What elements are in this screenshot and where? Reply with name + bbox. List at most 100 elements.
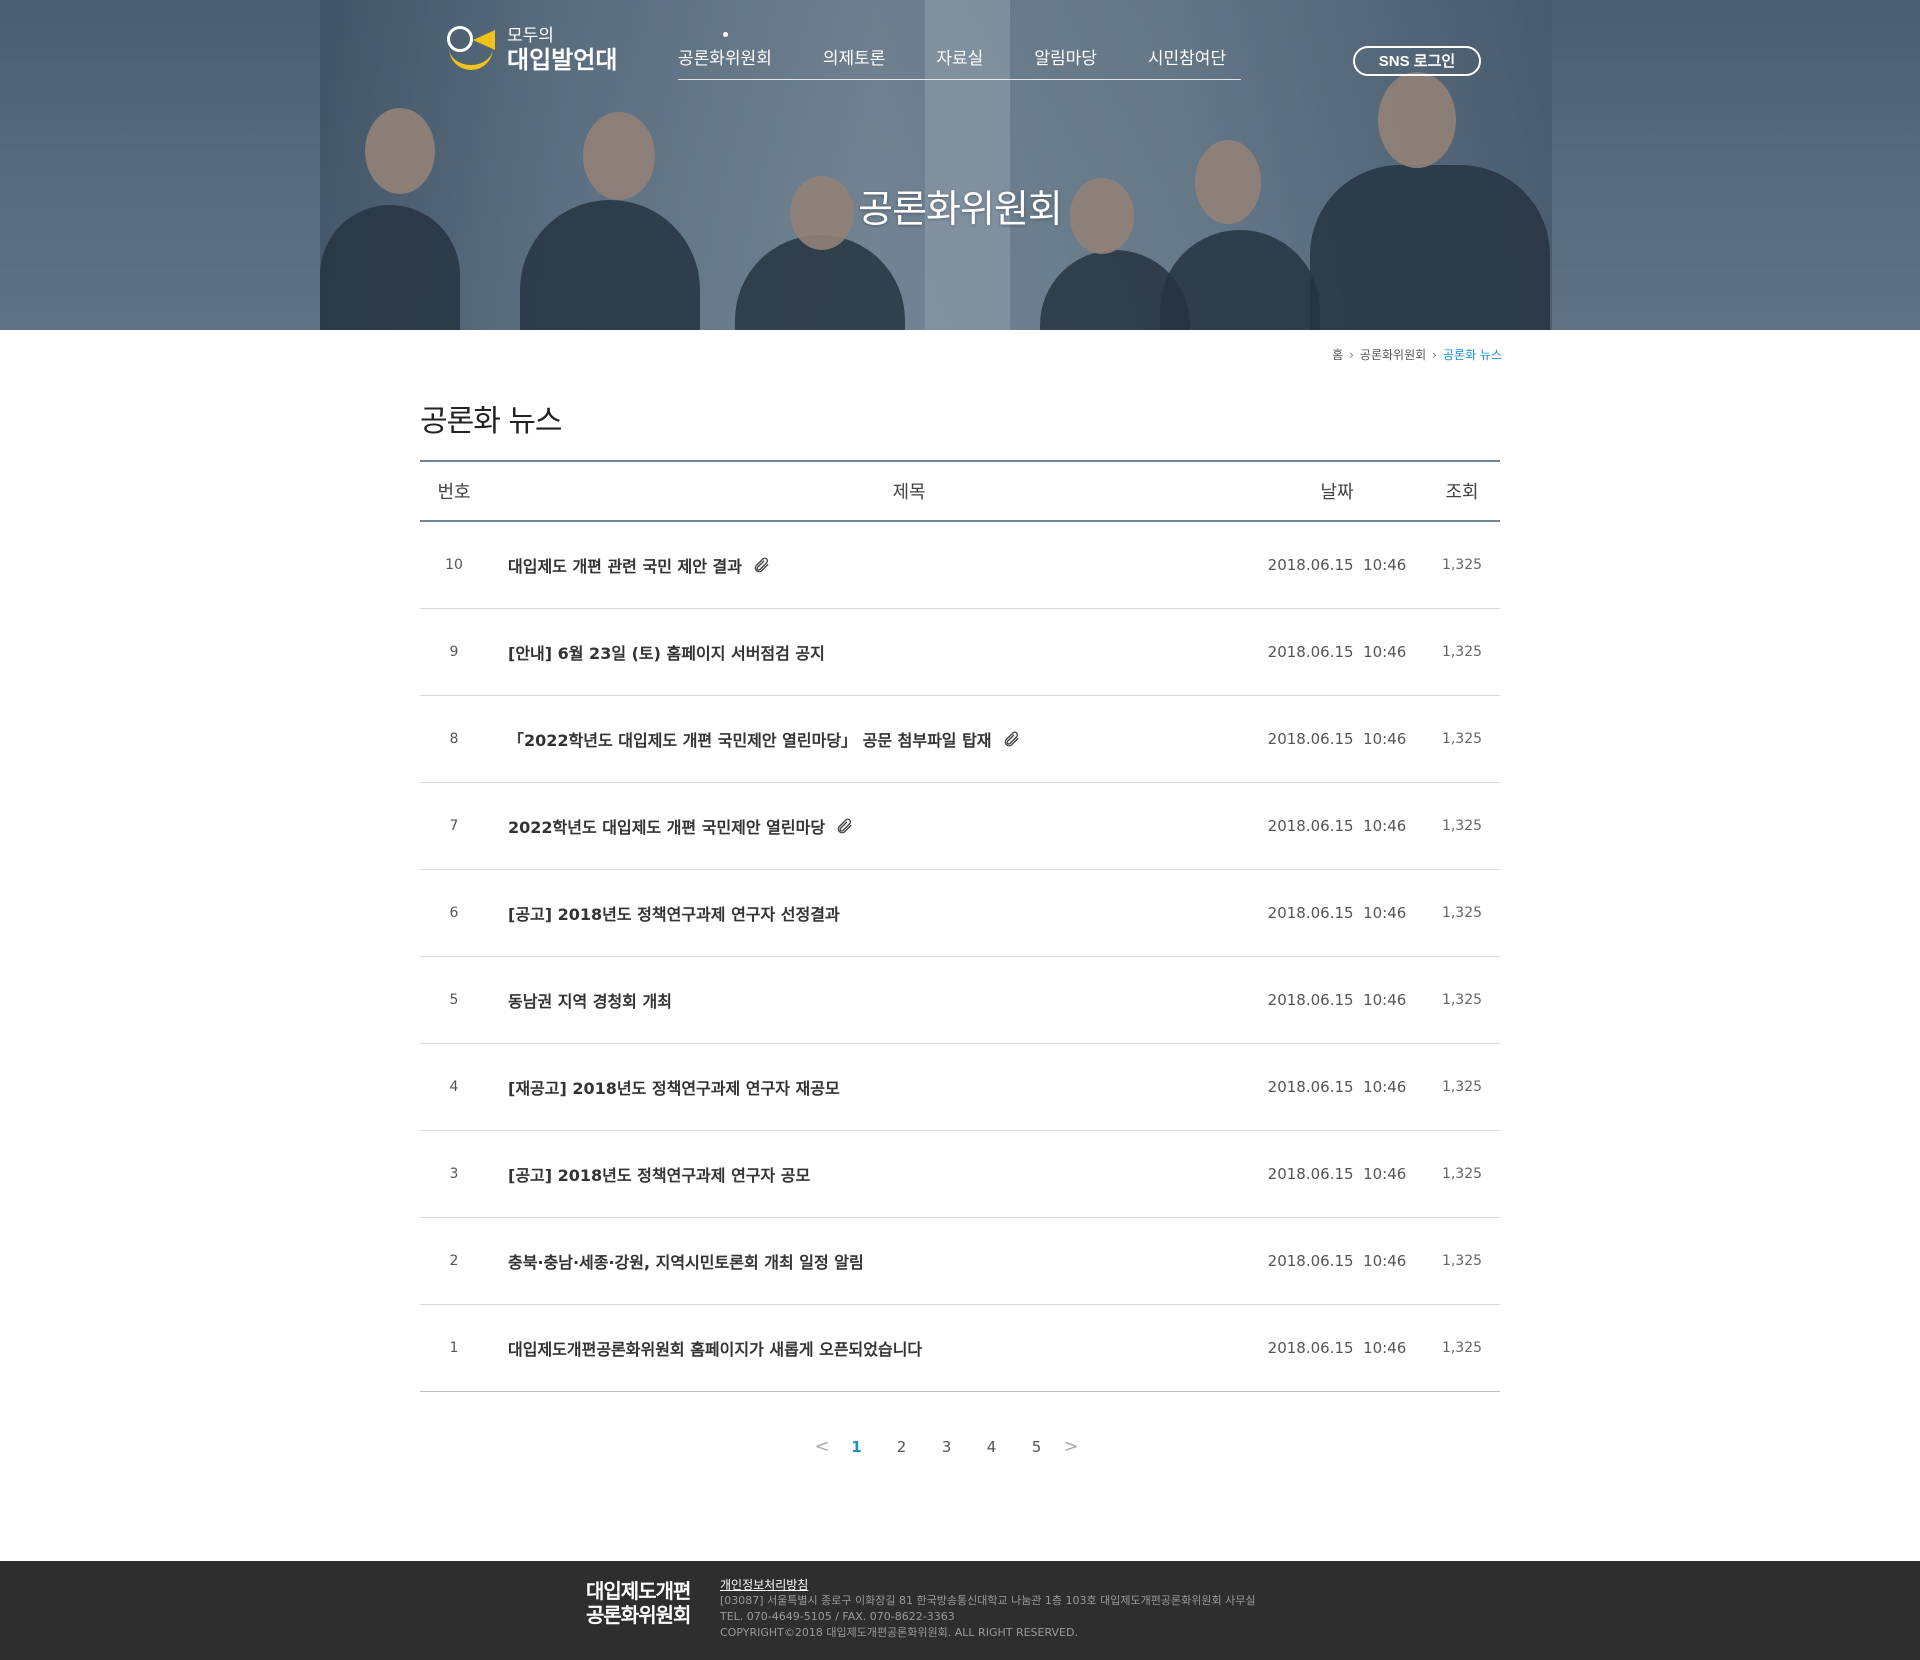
- page-button-1[interactable]: 1: [834, 1438, 879, 1456]
- next-page-button[interactable]: >: [1059, 1436, 1083, 1457]
- main-navigation: 공론화위원회 의제토론 자료실 알림마당 시민참여단: [678, 32, 1241, 80]
- row-title-link[interactable]: [공고] 2018년도 정책연구과제 연구자 선정결과: [508, 901, 840, 925]
- privacy-policy-link[interactable]: 개인정보처리방침: [720, 1577, 1255, 1593]
- row-date: 2018.06.15 10:46: [1267, 817, 1407, 835]
- nav-item-committee[interactable]: 공론화위원회: [678, 32, 772, 74]
- row-views: 1,325: [1441, 818, 1483, 834]
- breadcrumb-home[interactable]: 홈: [1332, 346, 1343, 363]
- nav-item-citizen[interactable]: 시민참여단: [1148, 44, 1226, 74]
- table-row[interactable]: 6 [공고] 2018년도 정책연구과제 연구자 선정결과 2018.06.15 1…: [420, 870, 1500, 957]
- row-views: 1,325: [1441, 1340, 1483, 1356]
- nav-item-agenda[interactable]: 의제토론: [823, 44, 886, 74]
- row-date: 2018.06.15 10:46: [1267, 1165, 1407, 1183]
- row-views: 1,325: [1441, 905, 1483, 921]
- row-number: 1: [449, 1340, 459, 1356]
- nav-label: 자료실: [936, 49, 984, 69]
- row-date: 2018.06.15 10:46: [1267, 904, 1407, 922]
- sns-login-button[interactable]: SNS 로그인: [1353, 46, 1481, 76]
- footer-logo-line2: 공론화위원회: [586, 1603, 691, 1627]
- table-row[interactable]: 8 「2022학년도 대입제도 개편 국민제안 열린마당」 공문 첨부파일 탑재 2…: [420, 696, 1500, 783]
- board-body: 10 대입제도 개편 관련 국민 제안 결과 2018.06.15 10:46 1,3…: [420, 522, 1500, 1392]
- table-row[interactable]: 1 대입제도개편공론화위원회 홈페이지가 새롭게 오픈되었습니다 2018.06.1…: [420, 1305, 1500, 1392]
- table-row[interactable]: 3 [공고] 2018년도 정책연구과제 연구자 공모 2018.06.15 10:…: [420, 1131, 1500, 1218]
- row-number: 9: [449, 644, 459, 660]
- row-title-link[interactable]: [재공고] 2018년도 정책연구과제 연구자 재공모: [508, 1075, 840, 1099]
- row-title-link[interactable]: 충북·충남·세종·강원, 지역시민토론회 개최 일정 알림: [508, 1249, 864, 1273]
- nav-label: 시민참여단: [1147, 49, 1227, 69]
- row-views: 1,325: [1441, 992, 1483, 1008]
- row-date: 2018.06.15 10:46: [1267, 1252, 1407, 1270]
- nav-item-archive[interactable]: 자료실: [936, 44, 983, 74]
- row-title-link[interactable]: 대입제도개편공론화위원회 홈페이지가 새롭게 오픈되었습니다: [508, 1336, 922, 1360]
- row-title-link[interactable]: 대입제도 개편 관련 국민 제안 결과: [508, 553, 742, 577]
- page-title: 공론화 뉴스: [420, 404, 563, 439]
- attachment-icon: [1002, 730, 1020, 748]
- page-button-3[interactable]: 3: [924, 1438, 969, 1456]
- header-title: 제목: [892, 482, 926, 503]
- page-button-4[interactable]: 4: [969, 1438, 1014, 1456]
- page-button-2[interactable]: 2: [879, 1438, 924, 1456]
- footer-info: 개인정보처리방침 [03087] 서울특별시 종로구 이화장길 81 한국방송통…: [720, 1577, 1255, 1641]
- attachment-icon: [752, 556, 770, 574]
- chevron-right-icon: ›: [1349, 347, 1354, 362]
- logo-line1: 모두의: [507, 26, 554, 46]
- row-title-link[interactable]: [공고] 2018년도 정책연구과제 연구자 공모: [508, 1162, 810, 1186]
- nav-label: 공론화위원회: [678, 49, 772, 69]
- row-title-cell: 동남권 지역 경청회 개최: [488, 988, 1250, 1012]
- row-date: 2018.06.15 10:46: [1267, 1078, 1407, 1096]
- footer-copyright: COPYRIGHT©2018 대입제도개편공론화위원회. ALL RIGHT R…: [720, 1626, 1078, 1639]
- breadcrumb: 홈 › 공론화위원회 › 공론화 뉴스: [1332, 346, 1502, 363]
- nav-label: 알림마당: [1034, 49, 1097, 69]
- logo-icon: [445, 24, 497, 76]
- footer-logo: 대입제도개편 공론화위원회: [586, 1579, 691, 1627]
- row-title-link[interactable]: 동남권 지역 경청회 개최: [508, 988, 672, 1012]
- row-number: 3: [449, 1166, 459, 1182]
- row-number: 7: [449, 818, 459, 834]
- row-title-link[interactable]: [안내] 6월 23일 (토) 홈페이지 서버점검 공지: [508, 640, 825, 664]
- row-views: 1,325: [1441, 557, 1483, 573]
- table-row[interactable]: 4 [재공고] 2018년도 정책연구과제 연구자 재공모 2018.06.15 1…: [420, 1044, 1500, 1131]
- breadcrumb-current: 공론화 뉴스: [1442, 348, 1502, 362]
- row-views: 1,325: [1441, 1166, 1483, 1182]
- active-dot: [722, 32, 728, 37]
- row-title-cell: 대입제도 개편 관련 국민 제안 결과: [488, 553, 1250, 577]
- chevron-right-icon: ›: [1432, 347, 1437, 362]
- row-number: 10: [445, 557, 463, 573]
- row-date: 2018.06.15 10:46: [1267, 991, 1407, 1009]
- site-logo[interactable]: 모두의 대입발언대: [445, 24, 617, 76]
- hero-banner: 모두의 대입발언대 공론화위원회 의제토론 자료실 알림마당 시민참여단 SNS…: [0, 0, 1920, 330]
- row-views: 1,325: [1441, 644, 1483, 660]
- nav-item-notice[interactable]: 알림마당: [1034, 44, 1097, 74]
- row-date: 2018.06.15 10:46: [1267, 556, 1407, 574]
- row-number: 2: [449, 1253, 459, 1269]
- row-title-link[interactable]: 「2022학년도 대입제도 개편 국민제안 열린마당」 공문 첨부파일 탑재: [508, 727, 992, 751]
- row-title-cell: [안내] 6월 23일 (토) 홈페이지 서버점검 공지: [488, 640, 1250, 664]
- table-row[interactable]: 9 [안내] 6월 23일 (토) 홈페이지 서버점검 공지 2018.06.15 …: [420, 609, 1500, 696]
- breadcrumb-level1[interactable]: 공론화위원회: [1360, 346, 1426, 363]
- row-title-cell: 대입제도개편공론화위원회 홈페이지가 새롭게 오픈되었습니다: [488, 1336, 1250, 1360]
- header-num: 번호: [437, 482, 471, 503]
- row-number: 5: [449, 992, 459, 1008]
- board-header-row: 번호 제목 날짜 조회: [420, 460, 1500, 522]
- table-row[interactable]: 7 2022학년도 대입제도 개편 국민제안 열린마당 2018.06.15 10:…: [420, 783, 1500, 870]
- row-number: 4: [449, 1079, 459, 1095]
- row-title-cell: 「2022학년도 대입제도 개편 국민제안 열린마당」 공문 첨부파일 탑재: [488, 727, 1250, 751]
- page-button-5[interactable]: 5: [1014, 1438, 1059, 1456]
- table-row[interactable]: 2 충북·충남·세종·강원, 지역시민토론회 개최 일정 알림 2018.06.15…: [420, 1218, 1500, 1305]
- row-date: 2018.06.15 10:46: [1267, 730, 1407, 748]
- site-footer: 대입제도개편 공론화위원회 개인정보처리방침 [03087] 서울특별시 종로구…: [0, 1561, 1920, 1660]
- table-row[interactable]: 10 대입제도 개편 관련 국민 제안 결과 2018.06.15 10:46 1,3…: [420, 522, 1500, 609]
- row-views: 1,325: [1441, 1079, 1483, 1095]
- prev-page-button[interactable]: <: [810, 1436, 834, 1457]
- row-views: 1,325: [1441, 1253, 1483, 1269]
- nav-label: 의제토론: [822, 49, 886, 69]
- news-board: 번호 제목 날짜 조회 10 대입제도 개편 관련 국민 제안 결과 2018.06…: [420, 460, 1500, 1392]
- attachment-icon: [835, 817, 853, 835]
- logo-line2: 대입발언대: [507, 46, 618, 74]
- row-number: 8: [449, 731, 459, 747]
- row-title-link[interactable]: 2022학년도 대입제도 개편 국민제안 열린마당: [508, 814, 825, 838]
- row-views: 1,325: [1441, 731, 1483, 747]
- table-row[interactable]: 5 동남권 지역 경청회 개최 2018.06.15 10:46 1,325: [420, 957, 1500, 1044]
- row-number: 6: [449, 905, 459, 921]
- row-date: 2018.06.15 10:46: [1267, 643, 1407, 661]
